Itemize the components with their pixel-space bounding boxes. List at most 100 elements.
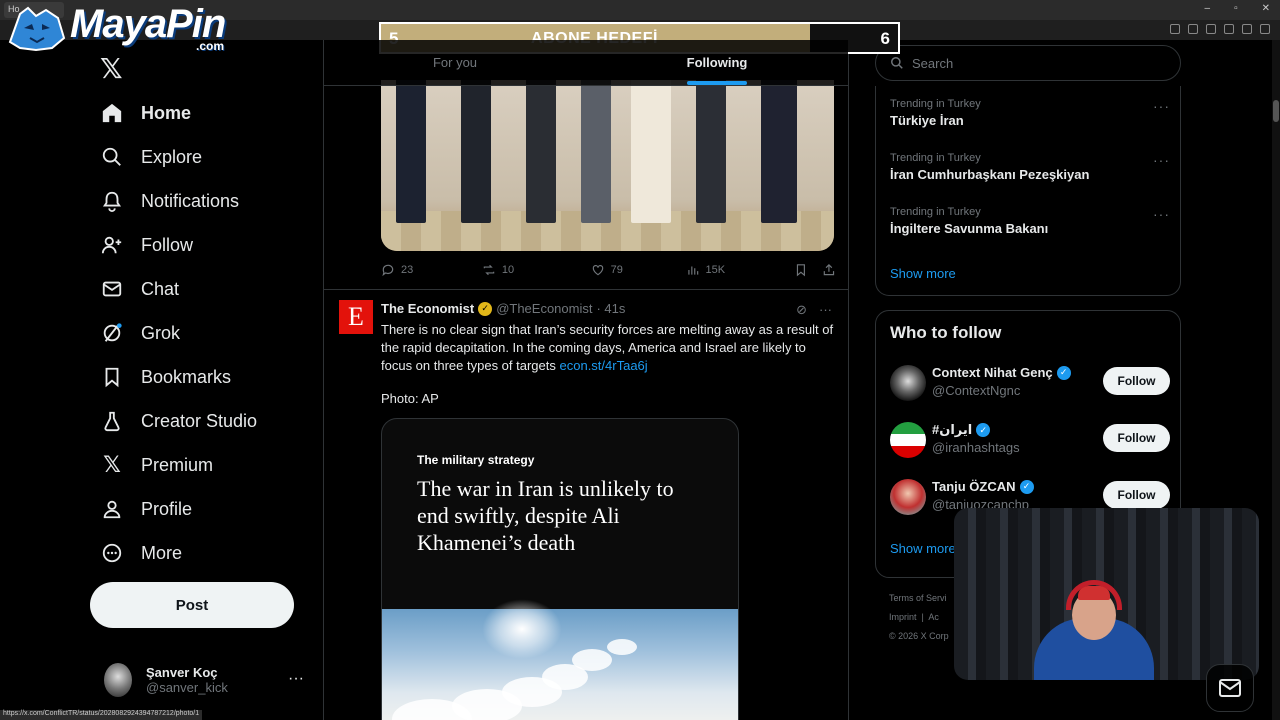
reply-button[interactable]: 23 — [381, 263, 482, 277]
post-button[interactable]: Post — [90, 582, 294, 628]
tab-following[interactable]: Following — [586, 40, 848, 85]
close-window-icon[interactable]: ✕ — [1262, 3, 1270, 14]
more-icon[interactable]: ··· — [1153, 152, 1170, 168]
footer-accessibility-link[interactable]: Ac — [928, 612, 939, 622]
nav-item-creator-studio[interactable]: Creator Studio — [100, 399, 257, 443]
trend-item[interactable]: Trending in Turkey İran Cumhurbaşkanı Pe… — [890, 152, 1170, 182]
trends-show-more-link[interactable]: Show more — [890, 266, 956, 281]
nav-item-grok[interactable]: Grok — [100, 311, 257, 355]
bell-icon — [100, 189, 124, 213]
nav-item-profile[interactable]: Profile — [100, 487, 257, 531]
window-controls: – ▫ ✕ — [1205, 3, 1271, 14]
person-icon — [100, 497, 124, 521]
nav-item-home[interactable]: Home — [100, 91, 257, 135]
account-name: Şanver Koç — [146, 665, 218, 680]
trend-item[interactable]: Trending in Turkey İngiltere Savunma Bak… — [890, 206, 1170, 236]
photo-person — [581, 80, 611, 223]
like-button[interactable]: 79 — [591, 263, 686, 277]
avatar — [890, 479, 926, 515]
tab-for-you[interactable]: For you — [324, 40, 586, 85]
photo-sun — [482, 599, 562, 659]
nav-item-more[interactable]: More — [100, 531, 257, 575]
trend-item[interactable]: Trending in Turkey Türkiye İran ··· — [890, 98, 1170, 128]
footer-imprint-link[interactable]: Imprint — [889, 612, 917, 622]
account-switcher[interactable]: Şanver Koç @sanver_kick ··· — [104, 660, 314, 700]
trend-title: Türkiye İran — [890, 113, 964, 128]
repost-button[interactable]: 10 — [482, 263, 591, 277]
nav-item-explore[interactable]: Explore — [100, 135, 257, 179]
maximize-icon[interactable]: ▫ — [1234, 3, 1238, 14]
nav-label: Creator Studio — [141, 410, 258, 431]
divider — [324, 289, 848, 290]
photo-credit: Photo: AP — [381, 391, 439, 406]
tweet-header: The Economist ✓ @TheEconomist · 41s — [381, 301, 625, 316]
repost-icon — [483, 264, 495, 276]
more-icon[interactable]: ··· — [1153, 98, 1170, 114]
more-icon[interactable]: ··· — [288, 670, 304, 688]
more-icon[interactable]: ··· — [819, 302, 832, 318]
extension-icon[interactable] — [1242, 24, 1252, 34]
search-input[interactable] — [912, 55, 1152, 71]
primary-nav: Home Explore Notifications Follow Chat G… — [100, 91, 257, 575]
main-feed: For you Following 23 10 79 15K E The Eco… — [323, 40, 849, 720]
headset-icon — [1066, 580, 1122, 610]
footer-links: Terms of Servi Imprint | Ac © 2026 X Cor… — [889, 589, 949, 646]
messages-button[interactable] — [1206, 664, 1254, 712]
goal-end-value: 6 — [880, 29, 890, 48]
nav-item-follow[interactable]: Follow — [100, 223, 257, 267]
economist-avatar[interactable]: E — [339, 300, 373, 334]
nav-label: Grok — [141, 322, 181, 343]
who-to-follow-show-more-link[interactable]: Show more — [890, 541, 956, 556]
follow-button[interactable]: Follow — [1103, 367, 1170, 395]
nav-item-premium[interactable]: 𝕏 Premium — [100, 443, 257, 487]
follow-button[interactable]: Follow — [1103, 424, 1170, 452]
minimize-icon[interactable]: – — [1205, 3, 1211, 14]
more-icon[interactable]: ··· — [1153, 206, 1170, 222]
tweet-time[interactable]: · 41s — [596, 301, 625, 316]
search-box[interactable] — [875, 45, 1181, 81]
trend-context: Trending in Turkey — [890, 206, 981, 218]
footer-terms-link[interactable]: Terms of Servi — [889, 589, 949, 608]
photo-person — [696, 80, 726, 223]
grok-icon — [100, 321, 124, 345]
follow-suggestion[interactable]: #ایران ✓ @iranhashtags Follow — [890, 420, 1170, 460]
verified-icon: ✓ — [1019, 479, 1034, 494]
more-circle-icon — [100, 541, 124, 565]
suggestion-handle: @iranhashtags — [932, 440, 1020, 455]
nav-item-notifications[interactable]: Notifications — [100, 179, 257, 223]
tweet-author-handle[interactable]: @TheEconomist — [496, 301, 592, 316]
extension-icon[interactable] — [1224, 24, 1234, 34]
nav-item-bookmarks[interactable]: Bookmarks — [100, 355, 257, 399]
grok-icon[interactable]: ⊘ — [796, 302, 807, 318]
extension-icon[interactable] — [1170, 24, 1180, 34]
nav-label: Follow — [141, 234, 194, 255]
menu-icon[interactable] — [1260, 24, 1270, 34]
tweet-link[interactable]: econ.st/4rTaa6j — [560, 358, 648, 373]
extension-icon[interactable] — [1206, 24, 1216, 34]
bookmark-icon[interactable] — [794, 263, 808, 277]
follow-button[interactable]: Follow — [1103, 481, 1170, 509]
x-icon: 𝕏 — [103, 452, 121, 477]
article-card[interactable]: The military strategy The war in Iran is… — [381, 418, 739, 720]
follow-suggestion[interactable]: Context Nihat Genç ✓ @ContextNgnc Follow — [890, 363, 1170, 403]
reply-icon — [382, 264, 394, 277]
x-logo-icon[interactable]: 𝕏 — [100, 52, 123, 85]
repost-count: 10 — [501, 264, 515, 276]
nav-label: Notifications — [141, 190, 240, 211]
nav-item-chat[interactable]: Chat — [100, 267, 257, 311]
avatar — [890, 422, 926, 458]
views-button[interactable]: 15K — [686, 263, 795, 277]
extension-icon[interactable] — [1188, 24, 1198, 34]
tweet-author-name[interactable]: The Economist — [381, 301, 474, 316]
tweet-photo[interactable] — [381, 80, 834, 251]
tweet-header-icons: ⊘ ··· — [796, 302, 832, 318]
scrollbar-thumb[interactable] — [1273, 100, 1279, 122]
verified-icon: ✓ — [976, 423, 991, 437]
photo-person — [396, 80, 426, 223]
scrollbar-track[interactable] — [1272, 40, 1280, 720]
trend-context: Trending in Turkey — [890, 98, 981, 110]
nav-label: Profile — [141, 498, 193, 519]
photo-smoke — [607, 639, 637, 655]
share-icon[interactable] — [822, 263, 836, 277]
flask-icon — [100, 409, 124, 433]
